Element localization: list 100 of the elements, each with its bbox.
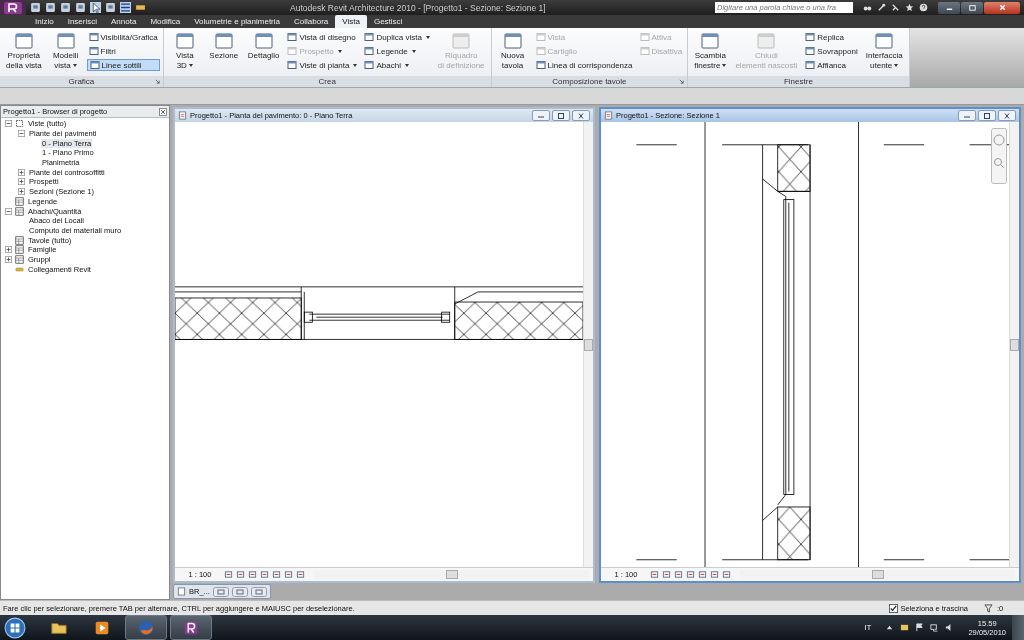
toolbar-icon[interactable] [60,2,71,13]
star-icon[interactable] [905,3,914,12]
ribbon-button[interactable]: Scambia finestre [691,30,730,71]
minimize-button[interactable] [938,1,960,14]
toolbar-icon[interactable] [135,2,146,13]
view-control-icon[interactable] [272,570,281,579]
tray-expand-icon[interactable] [885,623,895,632]
app-menu-button[interactable] [0,0,26,15]
window-icon [287,32,298,42]
ribbon-tab[interactable]: Annota [104,15,144,28]
ribbon-button[interactable]: Abachi [362,59,432,71]
toolbar-icon[interactable] [30,2,41,13]
window-icon [639,32,650,42]
ribbon-button[interactable]: Interfaccia utente [862,30,906,71]
ribbon-tab[interactable]: Volumetrie e planimetria [187,15,287,28]
ribbon-button[interactable]: Legende [362,45,432,57]
expand-toggle[interactable] [18,178,25,186]
window-icon [639,46,650,56]
toolbar-icon[interactable] [45,2,56,13]
filter-icon[interactable] [984,603,993,613]
view-control-icon[interactable] [686,570,695,579]
ribbon-tab[interactable]: Modifica [143,15,188,28]
expand-toggle[interactable] [5,120,12,128]
close-button[interactable] [998,110,1016,121]
view-control-icon[interactable] [260,570,269,579]
ribbon-button[interactable]: Sovrapponi [803,45,860,57]
ribbon-tab[interactable]: Vista [335,15,367,28]
ribbon-button[interactable]: Filtri [86,45,160,57]
maximize-button[interactable] [552,110,570,121]
ribbon-tab[interactable]: Inizio [28,15,61,28]
view-control-icon[interactable] [236,570,245,579]
horizontal-scrollbar[interactable] [314,570,589,579]
toolbar-icon[interactable] [75,2,86,13]
satellite-icon[interactable] [891,3,900,12]
close-button[interactable] [572,110,590,121]
view-control-icon[interactable] [698,570,707,579]
ribbon-button[interactable]: Duplica vista [362,31,432,43]
ribbon-button[interactable]: Modelli vista [47,30,84,71]
view-control-icon[interactable] [722,570,731,579]
expand-toggle[interactable] [5,246,12,254]
ribbon-button[interactable]: Affianca [803,59,860,71]
sheet-icon [15,235,24,245]
view-control-icon[interactable] [674,570,683,579]
launcher-icon[interactable] [154,79,160,84]
caret-icon [894,63,899,67]
view-control-icon[interactable] [662,570,671,579]
window-icon [88,32,99,42]
ribbon-button[interactable]: Linee sottili [86,59,160,71]
ribbon-button[interactable]: Visibilità/Grafica [86,31,160,43]
ribbon-button[interactable]: Viste di pianta [285,59,360,71]
vertical-scrollbar[interactable] [1009,122,1019,567]
window-icon [88,46,99,56]
ribbon-button[interactable]: Vista di disegno [285,31,360,43]
network-icon[interactable] [930,623,940,632]
maximize-button[interactable] [961,1,983,14]
help-icon[interactable] [919,3,928,12]
tray-app-icon[interactable] [900,623,910,632]
view-control-icon[interactable] [224,570,233,579]
ribbon-button[interactable]: Replica [803,31,860,43]
wrench-icon[interactable] [877,3,886,12]
ribbon-tab[interactable]: Gestisci [366,15,410,28]
cursor-icon[interactable] [90,2,101,13]
toolbar-icon[interactable] [105,2,116,13]
maximize-icon [983,112,991,119]
caret-icon [337,49,342,53]
taskbar-button[interactable] [170,615,212,640]
start-button[interactable] [4,616,26,639]
ribbon-button[interactable]: Nuova tavola [494,30,531,71]
ribbon-button[interactable]: Proprietà della vista [3,30,45,71]
window-icon [55,31,76,51]
ribbon-button[interactable]: Dettaglio [244,30,283,62]
horizontal-scrollbar[interactable] [740,570,1015,579]
ribbon-button[interactable]: Linea di corrispondenza [533,59,635,71]
launcher-icon[interactable] [679,79,685,84]
language-indicator[interactable]: IT [864,623,872,632]
window-icon [364,46,375,56]
checkbox[interactable] [889,603,899,613]
view-control-icon[interactable] [296,570,305,579]
vertical-scrollbar[interactable] [583,122,593,567]
expand-toggle[interactable] [5,255,12,263]
view-control-icon[interactable] [650,570,659,579]
maximize-button[interactable] [978,110,996,121]
close-button[interactable] [984,1,1020,14]
view-control-icon[interactable] [710,570,719,579]
view-control-icon[interactable] [248,570,257,579]
expand-toggle[interactable] [18,188,25,196]
list-icon[interactable] [120,2,131,13]
window-icon [805,32,816,42]
view-control-icon[interactable] [284,570,293,579]
expand-toggle[interactable] [5,207,12,215]
flag-icon[interactable] [915,623,925,632]
binoculars-icon[interactable] [863,3,872,12]
close-icon[interactable] [159,107,167,116]
ribbon-button[interactable]: Vista 3D [166,30,203,71]
expand-toggle[interactable] [18,130,25,138]
ribbon-tab[interactable]: Collabora [287,15,336,28]
expand-toggle[interactable] [18,168,25,176]
panel-title: Composizione tavole [552,77,627,86]
ribbon-button[interactable]: Sezione [205,30,242,62]
ribbon-tab[interactable]: Inserisci [60,15,105,28]
